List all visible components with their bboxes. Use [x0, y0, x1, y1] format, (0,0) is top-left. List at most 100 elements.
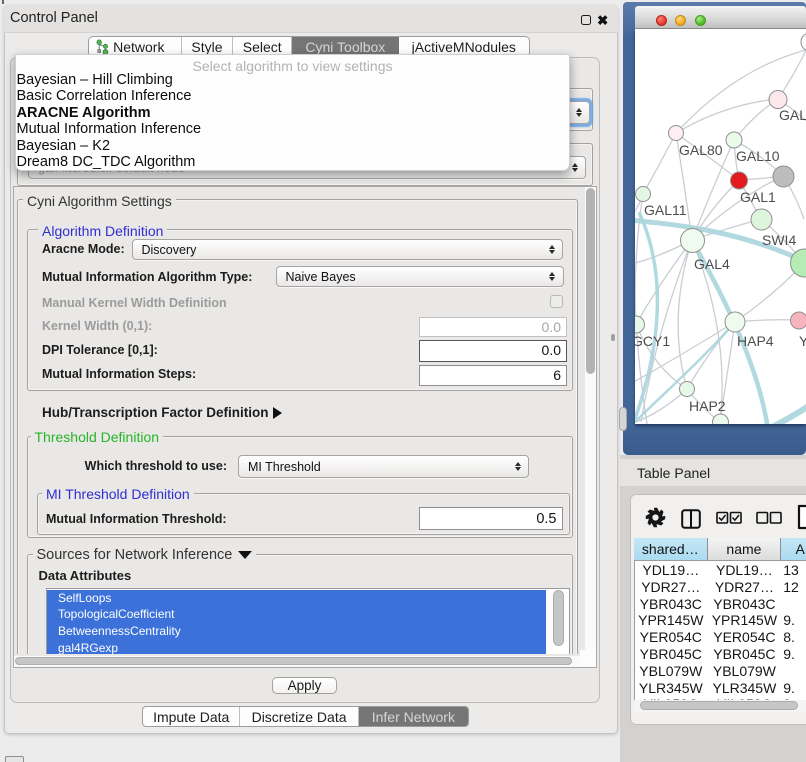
expand-right-icon[interactable] — [273, 407, 282, 419]
table-column-header[interactable]: A — [781, 538, 806, 560]
vertical-scrollbar-thumb[interactable] — [586, 188, 595, 374]
table-column-header[interactable]: shared… — [634, 538, 708, 560]
dropdown-item[interactable]: Mutual Information Inference — [16, 121, 569, 138]
manual-kernel-width-checkbox[interactable] — [550, 295, 563, 308]
network-edge[interactable] — [678, 240, 692, 389]
network-node[interactable] — [791, 312, 806, 329]
network-window-titlebar[interactable] — [635, 6, 806, 29]
table-cell: YPR145W — [634, 612, 708, 629]
split-columns-icon[interactable] — [681, 509, 701, 529]
network-node-label: GAL11 — [644, 202, 687, 218]
aracne-mode-combobox[interactable]: Discovery — [132, 239, 564, 260]
network-edge[interactable] — [687, 322, 735, 389]
tab-infer-network[interactable]: Infer Network — [359, 707, 468, 726]
network-node[interactable] — [636, 187, 651, 202]
vertical-scrollbar[interactable] — [585, 187, 596, 655]
which-threshold-combobox[interactable]: MI Threshold — [238, 455, 529, 478]
network-node-label: GAL1 — [740, 189, 776, 205]
mi-threshold-field[interactable]: 0.5 — [419, 507, 563, 531]
float-window-icon[interactable] — [581, 15, 591, 25]
table-panel-header[interactable]: Table Panel — [620, 459, 806, 486]
tab-network-label: Network — [113, 39, 164, 55]
zoom-traffic-light[interactable] — [695, 15, 706, 26]
table-hscrollbar-thumb[interactable] — [640, 701, 798, 710]
dropdown-item[interactable]: Basic Correlation Inference — [16, 88, 569, 105]
network-node[interactable] — [731, 172, 748, 189]
network-node[interactable] — [681, 229, 705, 253]
table-cell: YDL19… — [708, 562, 782, 579]
apply-button[interactable]: Apply — [272, 677, 337, 694]
table-row[interactable]: YER054CYER054C8. — [634, 629, 806, 646]
data-attribute-item[interactable]: SelfLoops — [47, 590, 546, 607]
kernel-width-field[interactable]: 0.0 — [419, 317, 567, 337]
network-node[interactable] — [680, 382, 695, 397]
aracne-mode-label: Aracne Mode: — [42, 242, 125, 256]
settings-scrollpane: Cyni Algorithm Settings Algorithm Defini… — [13, 186, 597, 668]
unchecked-pair-icon[interactable] — [756, 511, 782, 525]
threshold-definition-title: Threshold Definition — [31, 429, 164, 445]
table-row[interactable]: YDR27…YDR27…12 — [634, 579, 806, 596]
apply-button-label: Apply — [288, 678, 322, 693]
splitter-grip[interactable] — [619, 407, 627, 431]
network-edge-thick[interactable] — [747, 402, 806, 424]
splitter-dot[interactable] — [611, 334, 615, 341]
table-row[interactable]: YPR145WYPR145W9. — [634, 612, 806, 629]
checked-pair-icon[interactable] — [716, 511, 742, 525]
minimize-traffic-light[interactable] — [675, 15, 686, 26]
network-node-label: GAL4 — [694, 256, 730, 272]
control-panel-titlebar[interactable]: Control Panel ✖ — [4, 5, 618, 33]
minimized-window-icon[interactable] — [5, 756, 24, 762]
network-node[interactable] — [769, 91, 787, 109]
network-node[interactable] — [713, 414, 729, 424]
dropdown-item[interactable]: Bayesian – K2 — [16, 138, 569, 155]
dpi-tolerance-field[interactable]: 0.0 — [419, 340, 567, 362]
tab-discretize-data[interactable]: Discretize Data — [240, 707, 358, 726]
table-row[interactable]: YDL19…YDL19…13 — [634, 562, 806, 579]
bottom-tabs: Impute Data Discretize Data Infer Networ… — [142, 706, 469, 727]
table-cell: YER054C — [634, 629, 708, 646]
table-row[interactable]: YLR345WYLR345W9. — [634, 680, 806, 697]
kernel-width-label: Kernel Width (0,1): — [42, 319, 152, 333]
horizontal-scrollbar-thumb[interactable] — [15, 657, 572, 665]
mi-steps-field[interactable]: 6 — [419, 365, 567, 387]
network-canvas[interactable]: GALGAL80GAL10GAL1GAL11SWI4GAL4GCY1HAP4YH… — [635, 29, 806, 424]
table-row[interactable]: YBR043CYBR043C — [634, 596, 806, 613]
dpi-tolerance-label: DPI Tolerance [0,1]: — [42, 343, 158, 357]
network-node[interactable] — [726, 132, 742, 148]
horizontal-scrollbar[interactable] — [14, 656, 580, 667]
mi-algorithm-type-combobox[interactable]: Naive Bayes — [276, 266, 564, 287]
network-node[interactable] — [635, 316, 645, 333]
data-attributes-items: SelfLoopsTopologicalCoefficientBetweenne… — [47, 590, 546, 655]
dropdown-item[interactable]: Dream8 DC_TDC Algorithm — [16, 154, 569, 171]
algorithm-dropdown-popup: Select algorithm to view settings Bayesi… — [15, 54, 570, 171]
triangle-down-icon[interactable] — [238, 551, 252, 559]
hub-section-label[interactable]: Hub/Transcription Factor Definition — [42, 405, 269, 420]
dropdown-placeholder: Select algorithm to view settings — [16, 55, 569, 72]
network-node[interactable] — [801, 33, 806, 51]
data-attribute-item[interactable]: TopologicalCoefficient — [47, 606, 546, 623]
close-icon[interactable]: ✖ — [597, 15, 608, 26]
network-node[interactable] — [791, 249, 806, 277]
close-traffic-light[interactable] — [656, 15, 667, 26]
network-edge[interactable] — [643, 133, 676, 194]
table-column-header[interactable]: name — [708, 538, 782, 560]
data-attribute-item[interactable]: BetweennessCentrality — [47, 623, 546, 640]
network-node[interactable] — [773, 166, 794, 187]
table-row[interactable]: YBL079WYBL079W — [634, 663, 806, 680]
gear-icon[interactable] — [645, 507, 666, 528]
control-panel-title: Control Panel — [10, 10, 98, 26]
network-node[interactable] — [725, 312, 745, 332]
table-hscrollbar[interactable] — [634, 700, 806, 712]
network-edge[interactable] — [676, 99, 778, 133]
dropdown-item[interactable]: ARACNE Algorithm — [16, 105, 569, 122]
network-node[interactable] — [669, 126, 684, 141]
tab-impute-data[interactable]: Impute Data — [143, 707, 240, 726]
document-icon[interactable] — [797, 504, 806, 530]
network-edge-thick[interactable] — [635, 212, 657, 419]
table-cell: YBL079W — [634, 663, 708, 680]
table-row[interactable]: YBR045CYBR045C9. — [634, 646, 806, 663]
combo-stepper-icon — [512, 458, 523, 475]
data-attribute-item[interactable]: gal4RGexp — [47, 640, 546, 654]
network-node[interactable] — [751, 209, 772, 230]
list-scrollbar-thumb[interactable] — [553, 590, 564, 646]
